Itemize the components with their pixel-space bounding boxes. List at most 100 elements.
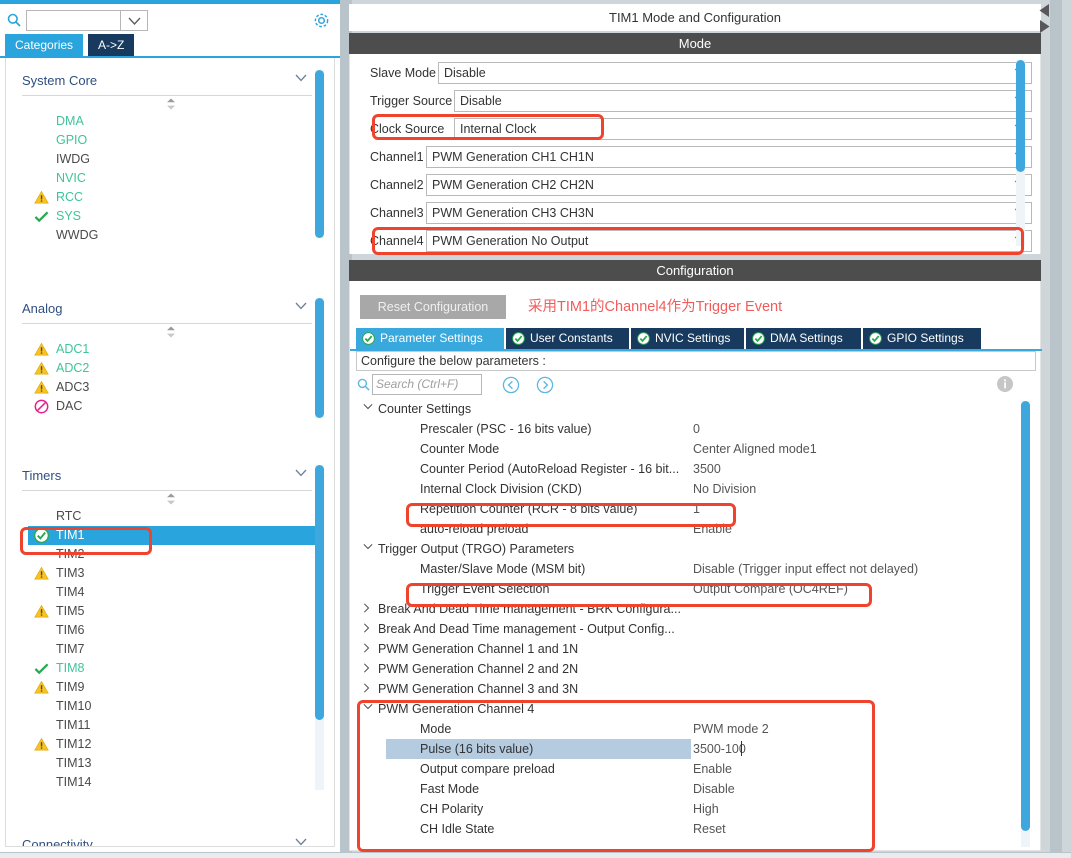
- category-group-system-core[interactable]: System Core: [22, 70, 312, 96]
- expand-right-arrow-icon[interactable]: [1039, 20, 1050, 33]
- parameter-row[interactable]: Trigger Event Selection Output Compare (O…: [356, 579, 1036, 599]
- sidebar-item-tim7[interactable]: TIM7: [28, 640, 328, 659]
- parameter-row[interactable]: Repetition Counter (RCR - 8 bits value) 1: [356, 499, 1036, 519]
- sidebar-item-tim5[interactable]: TIM5: [28, 602, 328, 621]
- previous-match-button[interactable]: [502, 376, 520, 394]
- sidebar-item-tim4[interactable]: TIM4: [28, 583, 328, 602]
- sidebar-item-adc1[interactable]: ADC1: [28, 340, 328, 359]
- mode-row-combobox[interactable]: Disable: [454, 90, 1032, 112]
- group-scrollbar-thumb[interactable]: [315, 70, 324, 238]
- parameter-row[interactable]: Counter Mode Center Aligned mode1: [356, 439, 1036, 459]
- search-dropdown-button[interactable]: [121, 10, 148, 31]
- parameter-row[interactable]: Break And Dead Time management - Output …: [356, 619, 1036, 639]
- scroll-spinner-icon[interactable]: [164, 493, 178, 505]
- group-scrollbar-thumb[interactable]: [315, 298, 324, 418]
- sidebar-item-gpio[interactable]: GPIO: [28, 131, 328, 150]
- parameter-row[interactable]: Break And Dead Time management - BRK Con…: [356, 599, 1036, 619]
- chevron-right-icon[interactable]: [363, 643, 370, 653]
- sidebar-item-adc2[interactable]: ADC2: [28, 359, 328, 378]
- scroll-spinner-icon[interactable]: [164, 98, 178, 110]
- chevron-right-icon[interactable]: [363, 683, 370, 693]
- parameter-row[interactable]: Counter Period (AutoReload Register - 16…: [356, 459, 1036, 479]
- mode-scrollbar-thumb[interactable]: [1016, 60, 1025, 172]
- right-window-scrollbar[interactable]: [1050, 0, 1062, 858]
- parameter-row[interactable]: PWM Generation Channel 1 and 1N: [356, 639, 1036, 659]
- peripheral-category-list[interactable]: System Core DMA GPIO IWDG NVIC RCC SYS WWDG Anal…: [5, 58, 335, 847]
- sidebar-item-tim13[interactable]: TIM13: [28, 754, 328, 773]
- info-icon[interactable]: [996, 375, 1014, 393]
- parameter-row[interactable]: PWM Generation Channel 3 and 3N: [356, 679, 1036, 699]
- parameter-row[interactable]: CH Idle State Reset: [356, 819, 1036, 839]
- tab-categories[interactable]: Categories: [5, 34, 84, 56]
- parameter-row[interactable]: auto-reload preload Enable: [356, 519, 1036, 539]
- group-scrollbar-track[interactable]: [315, 465, 324, 790]
- sidebar-item-iwdg[interactable]: IWDG: [28, 150, 328, 169]
- next-match-button[interactable]: [536, 376, 554, 394]
- group-scrollbar-track[interactable]: [315, 298, 324, 418]
- parameter-row[interactable]: Trigger Output (TRGO) Parameters: [356, 539, 1036, 559]
- chevron-down-icon[interactable]: [363, 543, 373, 550]
- tab-dma-settings[interactable]: DMA Settings: [746, 328, 861, 349]
- sidebar-item-dac[interactable]: DAC: [28, 397, 328, 416]
- chevron-down-icon[interactable]: [363, 703, 373, 710]
- chevron-right-icon[interactable]: [363, 663, 370, 673]
- parameter-row[interactable]: Counter Settings: [356, 399, 1036, 419]
- sidebar-item-dma[interactable]: DMA: [28, 112, 328, 131]
- sidebar-item-tim11[interactable]: TIM11: [28, 716, 328, 735]
- mode-row-combobox[interactable]: Internal Clock: [454, 118, 1032, 140]
- parameter-row[interactable]: PWM Generation Channel 4: [356, 699, 1036, 719]
- mode-row-combobox[interactable]: PWM Generation No Output: [426, 230, 1032, 252]
- sidebar-item-tim8[interactable]: TIM8: [28, 659, 328, 678]
- tree-scrollbar-track[interactable]: [1021, 401, 1030, 847]
- scroll-spinner-icon[interactable]: [164, 326, 178, 338]
- sidebar-item-wwdg[interactable]: WWDG: [28, 226, 328, 245]
- mode-scrollbar-track[interactable]: [1016, 60, 1025, 246]
- mode-row-combobox[interactable]: PWM Generation CH2 CH2N: [426, 174, 1032, 196]
- parameter-row[interactable]: Master/Slave Mode (MSM bit) Disable (Trig…: [356, 559, 1036, 579]
- collapse-left-arrow-icon[interactable]: [1039, 4, 1050, 17]
- sidebar-item-tim6[interactable]: TIM6: [28, 621, 328, 640]
- category-group-analog[interactable]: Analog: [22, 298, 312, 324]
- tree-scrollbar-thumb[interactable]: [1021, 401, 1030, 831]
- sidebar-item-rtc[interactable]: RTC: [28, 507, 328, 526]
- mode-row-combobox[interactable]: PWM Generation CH1 CH1N: [426, 146, 1032, 168]
- group-scrollbar-thumb[interactable]: [315, 465, 324, 720]
- parameter-row[interactable]: PWM Generation Channel 2 and 2N: [356, 659, 1036, 679]
- gear-icon[interactable]: [313, 12, 330, 29]
- chevron-down-icon[interactable]: [363, 403, 373, 410]
- parameter-row[interactable]: Prescaler (PSC - 16 bits value) 0: [356, 419, 1036, 439]
- sidebar-item-tim1[interactable]: TIM1: [28, 526, 316, 545]
- sidebar-item-tim9[interactable]: TIM9: [28, 678, 328, 697]
- sidebar-item-nvic[interactable]: NVIC: [28, 169, 328, 188]
- parameter-row[interactable]: Mode PWM mode 2: [356, 719, 1036, 739]
- parameter-value[interactable]: 3500-100: [693, 739, 746, 759]
- sidebar-item-sys[interactable]: SYS: [28, 207, 328, 226]
- tab-nvic-settings[interactable]: NVIC Settings: [631, 328, 744, 349]
- mode-row-combobox[interactable]: PWM Generation CH3 CH3N: [426, 202, 1032, 224]
- category-group-connectivity[interactable]: Connectivity: [22, 834, 312, 846]
- parameter-row[interactable]: Pulse (16 bits value) 3500-100: [356, 739, 1036, 759]
- chevron-right-icon[interactable]: [363, 603, 370, 613]
- sidebar-item-tim12[interactable]: TIM12: [28, 735, 328, 754]
- category-group-timers[interactable]: Timers: [22, 465, 312, 491]
- parameter-tree[interactable]: Counter Settings Prescaler (PSC - 16 bits…: [356, 399, 1036, 849]
- parameter-row[interactable]: Output compare preload Enable: [356, 759, 1036, 779]
- parameter-search-input[interactable]: Search (Ctrl+F): [372, 374, 482, 395]
- sidebar-item-tim3[interactable]: TIM3: [28, 564, 328, 583]
- group-scrollbar-track[interactable]: [315, 70, 324, 238]
- sidebar-item-tim2[interactable]: TIM2: [28, 545, 328, 564]
- sidebar-item-tim14[interactable]: TIM14: [28, 773, 328, 792]
- sidebar-item-rcc[interactable]: RCC: [28, 188, 328, 207]
- chevron-right-icon[interactable]: [363, 623, 370, 633]
- parameter-row[interactable]: CH Polarity High: [356, 799, 1036, 819]
- parameter-row[interactable]: Fast Mode Disable: [356, 779, 1036, 799]
- mode-row-combobox[interactable]: Disable: [438, 62, 1032, 84]
- reset-configuration-button[interactable]: Reset Configuration: [360, 295, 506, 319]
- tab-parameter-settings[interactable]: Parameter Settings: [356, 328, 504, 349]
- tab-gpio-settings[interactable]: GPIO Settings: [863, 328, 981, 349]
- sidebar-item-adc3[interactable]: ADC3: [28, 378, 328, 397]
- sidebar-item-tim10[interactable]: TIM10: [28, 697, 328, 716]
- tab-a-to-z[interactable]: A->Z: [88, 34, 135, 56]
- parameter-row[interactable]: Internal Clock Division (CKD) No Division: [356, 479, 1036, 499]
- search-input[interactable]: [26, 10, 121, 31]
